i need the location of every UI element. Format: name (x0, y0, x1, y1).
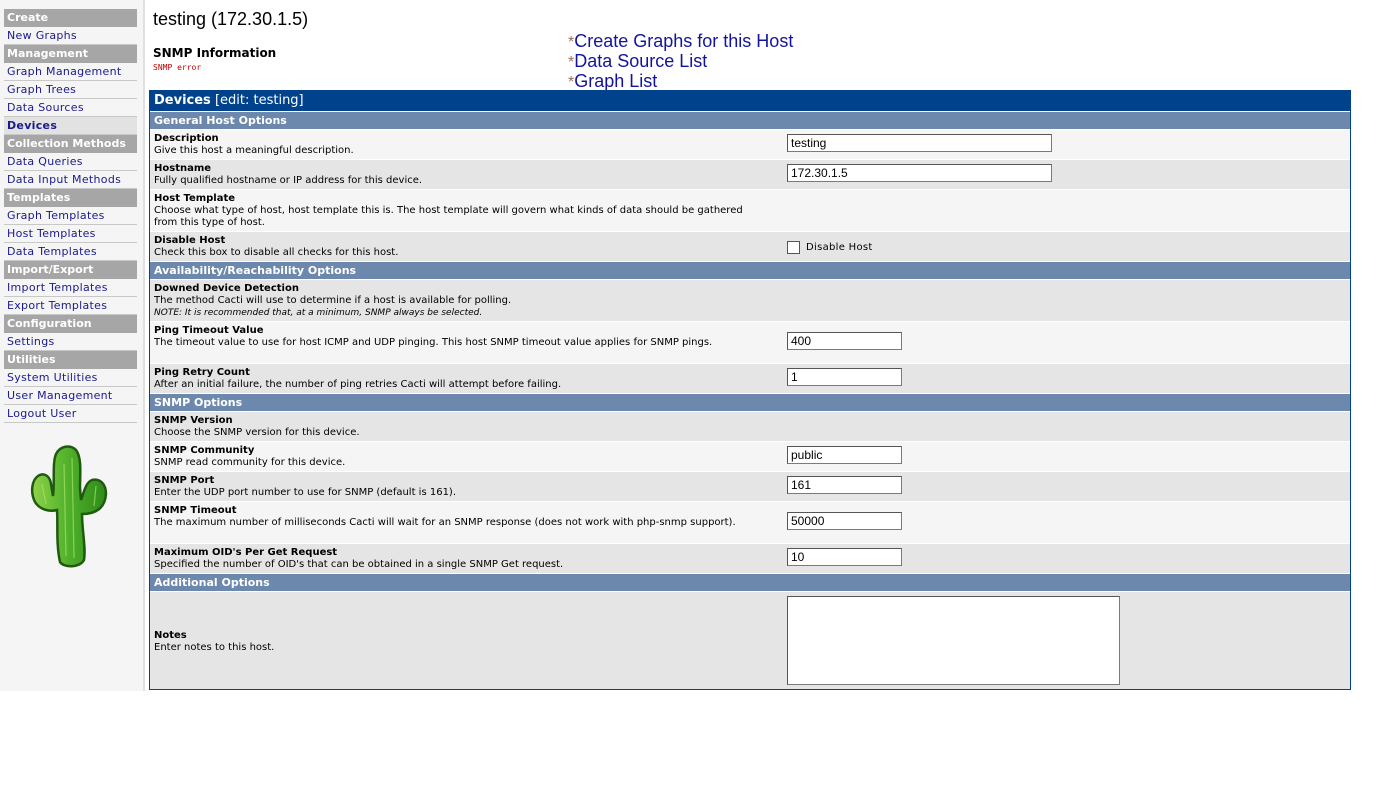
field-title: SNMP Community (154, 445, 255, 456)
snmp-port-input[interactable] (787, 476, 902, 494)
graph-list-link-label: Graph List (574, 71, 658, 91)
section-snmp-options: SNMP Options (150, 393, 1350, 411)
nav-item-export-templates[interactable]: Export Templates (4, 297, 137, 315)
field-desc: SNMP read community for this device. (154, 457, 346, 468)
nav-item-data-input-methods[interactable]: Data Input Methods (4, 171, 137, 189)
field-desc: The maximum number of milliseconds Cacti… (154, 517, 736, 528)
field-title: Notes (154, 630, 187, 641)
field-desc: Fully qualified hostname or IP address f… (154, 175, 423, 186)
row-snmp-port: SNMP Port Enter the UDP port number to us… (150, 471, 1350, 501)
field-title: SNMP Timeout (154, 505, 237, 516)
row-snmp-version: SNMP Version Choose the SNMP version for … (150, 411, 1350, 465)
field-desc: Give this host a meaningful description. (154, 145, 354, 156)
row-host-template: Host Template Choose what type of host, h… (150, 189, 1350, 260)
field-desc: The timeout value to use for host ICMP a… (154, 337, 713, 348)
nav-header-collection-methods: Collection Methods (4, 135, 137, 153)
field-desc: Enter notes to this host. (154, 642, 275, 653)
row-ping-timeout: Ping Timeout Value The timeout value to u… (150, 321, 1350, 363)
snmp-timeout-input[interactable] (787, 512, 902, 530)
disable-host-checkbox[interactable] (787, 240, 800, 254)
nav-item-devices[interactable]: Devices (4, 117, 137, 135)
section-general-host-options: General Host Options (150, 111, 1350, 129)
row-downed-device-detection: Downed Device Detection The method Cacti … (150, 279, 1350, 350)
field-desc: After an initial failure, the number of … (154, 379, 562, 390)
disable-host-checkbox-label[interactable]: Disable Host (806, 242, 873, 253)
row-disable-host: Disable Host Check this box to disable al… (150, 231, 1350, 261)
notes-textarea[interactable] (787, 596, 1120, 685)
section-availability-options: Availability/Reachability Options (150, 261, 1350, 279)
field-title: SNMP Version (154, 415, 233, 426)
host-links: *Create Graphs for this Host *Data Sourc… (568, 32, 793, 92)
field-desc: The method Cacti will use to determine i… (154, 295, 512, 306)
row-snmp-community: SNMP Community SNMP read community for th… (150, 441, 1350, 471)
nav-header-create: Create (4, 9, 137, 27)
nav-header-templates: Templates (4, 189, 137, 207)
field-title: Ping Timeout Value (154, 325, 264, 336)
field-title: Description (154, 133, 219, 144)
data-source-list-link[interactable]: *Data Source List (568, 52, 793, 72)
nav-header-import-export: Import/Export (4, 261, 137, 279)
field-desc: Specified the number of OID's that can b… (154, 559, 564, 570)
host-title: testing (172.30.1.5) (153, 9, 309, 29)
nav-item-logout-user[interactable]: Logout User (4, 405, 137, 423)
row-ping-retry: Ping Retry Count After an initial failure… (150, 363, 1350, 393)
snmp-community-input[interactable] (787, 446, 902, 464)
panel-title: Devices [edit: testing] (150, 90, 1350, 111)
device-edit-panel: Devices [edit: testing] General Host Opt… (149, 90, 1351, 690)
disable-host-control: Disable Host (787, 240, 873, 254)
nav-item-new-graphs[interactable]: New Graphs (4, 27, 137, 45)
nav-item-settings[interactable]: Settings (4, 333, 137, 351)
nav-header-utilities: Utilities (4, 351, 137, 369)
nav-header-management: Management (4, 45, 137, 63)
nav-item-data-queries[interactable]: Data Queries (4, 153, 137, 171)
row-notes: Notes Enter notes to this host. (150, 591, 1350, 689)
nav-item-user-management[interactable]: User Management (4, 387, 137, 405)
sidebar: Create New Graphs Management Graph Manag… (0, 0, 145, 691)
description-input[interactable] (787, 134, 1052, 152)
nav-item-data-sources[interactable]: Data Sources (4, 99, 137, 117)
nav-item-system-utilities[interactable]: System Utilities (4, 369, 137, 387)
nav-item-graph-trees[interactable]: Graph Trees (4, 81, 137, 99)
field-desc: Choose what type of host, host template … (154, 205, 743, 228)
create-graphs-link-label: Create Graphs for this Host (574, 31, 794, 51)
hostname-input[interactable] (787, 164, 1052, 182)
field-desc: Choose the SNMP version for this device. (154, 427, 360, 438)
row-description: Description Give this host a meaningful d… (150, 129, 1350, 159)
nav-item-graph-management[interactable]: Graph Management (4, 63, 137, 81)
ping-retry-input[interactable] (787, 368, 902, 386)
data-source-list-link-label: Data Source List (574, 51, 708, 71)
field-title: Ping Retry Count (154, 367, 250, 378)
snmp-error: SNMP error (153, 63, 202, 72)
panel-title-main: Devices (154, 93, 211, 108)
nav-item-graph-templates[interactable]: Graph Templates (4, 207, 137, 225)
field-note: NOTE: It is recommended that, at a minim… (154, 308, 483, 318)
ping-timeout-input[interactable] (787, 332, 902, 350)
panel-title-sub: [edit: testing] (210, 93, 304, 108)
field-title: Hostname (154, 163, 212, 174)
nav-item-host-templates[interactable]: Host Templates (4, 225, 137, 243)
section-additional-options: Additional Options (150, 573, 1350, 591)
row-snmp-timeout: SNMP Timeout The maximum number of millis… (150, 501, 1350, 543)
create-graphs-link[interactable]: *Create Graphs for this Host (568, 32, 793, 52)
snmp-info-title: SNMP Information (153, 46, 277, 60)
graph-list-link[interactable]: *Graph List (568, 72, 793, 92)
max-oids-input[interactable] (787, 548, 902, 566)
field-title: Downed Device Detection (154, 283, 299, 294)
field-desc: Enter the UDP port number to use for SNM… (154, 487, 457, 498)
field-title: Maximum OID's Per Get Request (154, 547, 338, 558)
nav-item-import-templates[interactable]: Import Templates (4, 279, 137, 297)
field-title: SNMP Port (154, 475, 215, 486)
nav-header-configuration: Configuration (4, 315, 137, 333)
row-max-oids: Maximum OID's Per Get Request Specified t… (150, 543, 1350, 573)
field-title: Disable Host (154, 235, 226, 246)
field-title: Host Template (154, 193, 236, 204)
row-hostname: Hostname Fully qualified hostname or IP a… (150, 159, 1350, 189)
cactus-icon (30, 445, 108, 568)
field-desc: Check this box to disable all checks for… (154, 247, 399, 258)
sidebar-nav: Create New Graphs Management Graph Manag… (4, 9, 137, 423)
nav-item-data-templates[interactable]: Data Templates (4, 243, 137, 261)
